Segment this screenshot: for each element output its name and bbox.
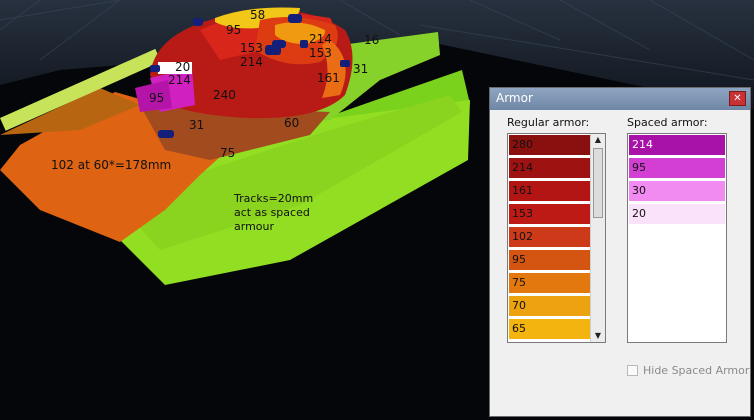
armor-label-turret-lower: 240 <box>213 88 236 102</box>
armor-label-cupola-lower: 153 <box>309 46 332 60</box>
spaced-item[interactable]: 214 <box>629 135 725 155</box>
armor-label-hull-side: 60 <box>284 116 300 130</box>
armor-label-mantlet-upper: 214 <box>168 73 191 87</box>
regular-armor-list[interactable]: 280 214 161 153 102 95 75 70 65 ▲ ▼ <box>507 133 606 343</box>
regular-item[interactable]: 70 <box>509 296 591 316</box>
hide-spaced-armor-label: Hide Spaced Armor <box>643 364 750 377</box>
regular-item[interactable]: 153 <box>509 204 591 224</box>
regular-item[interactable]: 95 <box>509 250 591 270</box>
armor-label-turret-roof: 95 <box>226 23 242 37</box>
armor-label-cupola: 214 <box>309 32 332 46</box>
regular-armor-scrollbar[interactable]: ▲ ▼ <box>590 134 605 342</box>
armor-label-turret-side: 161 <box>317 71 340 85</box>
scroll-thumb[interactable] <box>593 148 603 218</box>
armor-label-turret-front-upper: 153 <box>240 41 263 55</box>
window-title: Armor <box>496 91 533 105</box>
spaced-item[interactable]: 30 <box>629 181 725 201</box>
tracks-note: Tracks=20mm act as spaced armour <box>234 192 354 234</box>
armor-label-mantlet: 95 <box>149 91 165 105</box>
tracks-note-line-3: armour <box>234 220 275 233</box>
armor-label-mantlet-top: 20 <box>175 60 191 74</box>
regular-item[interactable]: 214 <box>509 158 591 178</box>
armor-label-turret-front: 214 <box>240 55 263 69</box>
spaced-armor-list[interactable]: 214 95 30 20 <box>627 133 727 343</box>
armor-label-hull-top: 31 <box>189 118 205 132</box>
scroll-down-arrow[interactable]: ▼ <box>591 330 605 342</box>
regular-item[interactable]: 161 <box>509 181 591 201</box>
spaced-item[interactable]: 20 <box>629 204 725 224</box>
title-bar[interactable]: Armor ✕ <box>490 88 750 110</box>
tracks-note-line-2: act as spaced <box>234 206 310 219</box>
regular-item[interactable]: 280 <box>509 135 591 155</box>
armor-window[interactable]: Armor ✕ Regular armor: Spaced armor: 280… <box>489 87 751 417</box>
armor-label-turret-top: 58 <box>250 8 266 22</box>
armor-label-hull-rear: 16 <box>364 33 380 47</box>
scroll-up-arrow[interactable]: ▲ <box>591 134 605 146</box>
tracks-note-line-1: Tracks=20mm <box>234 192 314 205</box>
checkbox-icon[interactable] <box>627 365 638 376</box>
regular-item[interactable]: 102 <box>509 227 591 247</box>
regular-item[interactable]: 65 <box>509 319 591 339</box>
spaced-item[interactable]: 95 <box>629 158 725 178</box>
close-button[interactable]: ✕ <box>729 91 746 106</box>
regular-armor-title: Regular armor: <box>507 116 590 129</box>
armor-label-hull-lower: 75 <box>220 146 236 160</box>
armor-label-front-plate: 102 at 60*=178mm <box>51 158 172 172</box>
close-icon: ✕ <box>733 93 742 104</box>
regular-item[interactable]: 75 <box>509 273 591 293</box>
spaced-armor-title: Spaced armor: <box>627 116 708 129</box>
armor-label-turret-ring: 31 <box>353 62 369 76</box>
